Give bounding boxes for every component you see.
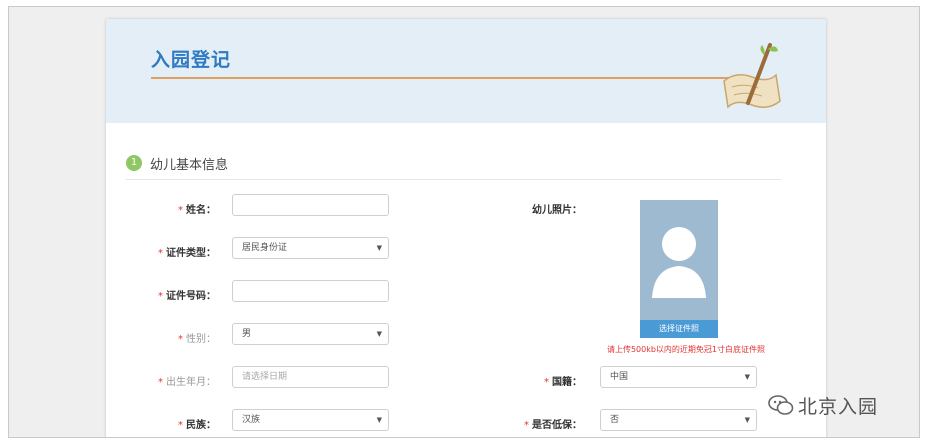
gender-value: 男 — [242, 329, 252, 339]
required-mark: * — [158, 248, 163, 259]
dropdown-caret-icon: ▼ — [744, 416, 750, 424]
nationality-label: * 国籍： — [472, 373, 582, 388]
photo-label: 幼儿照片： — [532, 205, 582, 216]
photo-upload-hint: 请上传500kb以内的近期免冠1寸白底证件照 — [606, 345, 766, 354]
ethnicity-label: * 民族： — [106, 416, 216, 431]
avatar-placeholder-icon — [652, 227, 706, 298]
ethnicity-value: 汉族 — [242, 415, 261, 425]
required-mark: * — [178, 420, 183, 431]
gender-label: * 性别： — [106, 330, 216, 345]
required-mark: * — [178, 334, 183, 345]
registration-card: 入园登记 1 幼儿基本信息 * 姓名： * 证件类型： 居民身份证 ▼ * 证件号码： — [106, 19, 826, 437]
nationality-label-text: 国籍： — [552, 377, 582, 388]
choose-photo-button[interactable]: 选择证件照 — [640, 320, 718, 338]
id-type-label: * 证件类型： — [106, 244, 216, 259]
birth-label: * 出生年月： — [106, 373, 216, 388]
low-income-label: * 是否低保： — [472, 416, 582, 431]
id-type-select[interactable]: 居民身份证 ▼ — [232, 237, 389, 259]
page-title: 入园登记 — [151, 49, 232, 71]
browser-viewport: 入园登记 1 幼儿基本信息 * 姓名： * 证件类型： 居民身份证 ▼ * 证件号码： — [8, 6, 920, 438]
required-mark: * — [544, 377, 549, 388]
step-number-badge: 1 — [126, 155, 142, 171]
low-income-label-text: 是否低保： — [532, 420, 582, 431]
low-income-value: 否 — [610, 415, 620, 425]
dropdown-caret-icon: ▼ — [376, 330, 382, 338]
required-mark: * — [178, 205, 183, 216]
required-mark: * — [158, 291, 163, 302]
required-mark: * — [524, 420, 529, 431]
id-type-value: 居民身份证 — [242, 243, 288, 253]
id-type-label-text: 证件类型： — [166, 248, 216, 259]
id-number-label: * 证件号码： — [106, 287, 216, 302]
name-label: * 姓名： — [106, 201, 216, 216]
gender-select[interactable]: 男 ▼ — [232, 323, 389, 345]
low-income-select[interactable]: 否 ▼ — [600, 409, 757, 431]
section-header: 1 幼儿基本信息 — [126, 155, 781, 180]
birth-date-input[interactable]: 请选择日期 — [232, 366, 389, 388]
name-label-text: 姓名： — [186, 205, 216, 216]
birth-label-text: 出生年月： — [166, 377, 216, 388]
nationality-select[interactable]: 中国 ▼ — [600, 366, 757, 388]
dropdown-caret-icon: ▼ — [376, 244, 382, 252]
watermark-text: 北京入园 — [798, 396, 879, 418]
section-title: 幼儿基本信息 — [150, 158, 229, 173]
title-divider — [151, 77, 736, 79]
id-number-input[interactable] — [232, 280, 389, 302]
id-number-label-text: 证件号码： — [166, 291, 216, 302]
header-banner: 入园登记 — [106, 19, 826, 123]
gender-label-text: 性别： — [186, 334, 216, 345]
ethnicity-select[interactable]: 汉族 ▼ — [232, 409, 389, 431]
wechat-icon — [768, 395, 794, 415]
ethnicity-label-text: 民族： — [186, 420, 216, 431]
nationality-value: 中国 — [610, 372, 629, 382]
photo-upload-area[interactable]: 选择证件照 — [640, 200, 718, 338]
required-mark: * — [158, 377, 163, 388]
scroll-quill-icon — [723, 43, 781, 109]
name-input[interactable] — [232, 194, 389, 216]
dropdown-caret-icon: ▼ — [744, 373, 750, 381]
dropdown-caret-icon: ▼ — [376, 416, 382, 424]
